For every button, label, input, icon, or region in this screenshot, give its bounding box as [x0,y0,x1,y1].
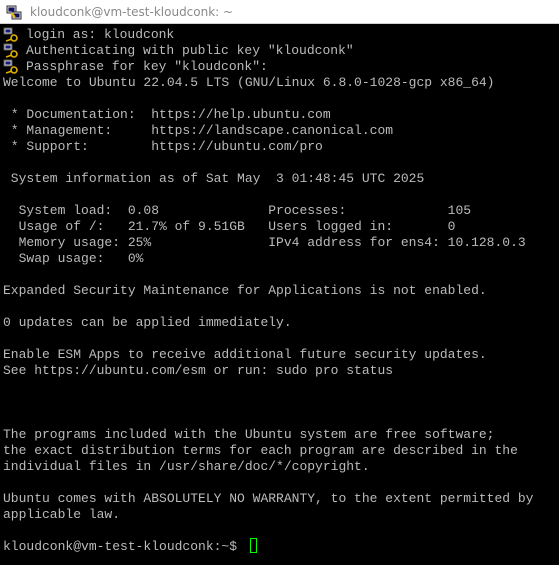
terminal-line: * Management: https://landscape.canonica… [3,123,394,138]
terminal-screen[interactable]: login as: kloudconk Authenticating with … [0,25,559,565]
terminal-line: Ubuntu comes with ABSOLUTELY NO WARRANTY… [3,491,534,506]
terminal-line: Passphrase for key "kloudconk": [26,59,268,74]
terminal-line: * Support: https://ubuntu.com/pro [3,139,323,154]
terminal-line: System load: 0.08 Processes: 105 [3,203,472,218]
terminal-line: Usage of /: 21.7% of 9.51GB Users logged… [3,219,456,234]
putty-terminal-icon [6,5,22,20]
terminal-line: the exact distribution terms for each pr… [3,443,518,458]
window-title: kloudconk@vm-test-kloudconk: ~ [30,5,234,19]
terminal-line: System information as of Sat May 3 01:48… [3,171,425,186]
title-bar[interactable]: kloudconk@vm-test-kloudconk: ~ [0,0,559,24]
terminal-window: kloudconk@vm-test-kloudconk: ~ login as:… [0,0,559,565]
terminal-line: Authenticating with public key "kloudcon… [26,43,354,58]
terminal-line: Welcome to Ubuntu 22.04.5 LTS (GNU/Linux… [3,75,495,90]
terminal-line: Enable ESM Apps to receive additional fu… [3,347,487,362]
terminal-line: Memory usage: 25% IPv4 address for ens4:… [3,235,526,250]
key-icon [3,43,18,58]
terminal-line: Expanded Security Maintenance for Applic… [3,283,487,298]
terminal-line: 0 updates can be applied immediately. [3,315,292,330]
terminal-cursor[interactable] [250,538,257,553]
terminal-line: individual files in /usr/share/doc/*/cop… [3,459,370,474]
key-icon [3,27,18,42]
terminal-line: applicable law. [3,507,121,522]
terminal-line: Swap usage: 0% [3,251,144,266]
key-icon [3,59,18,74]
terminal-line: * Documentation: https://help.ubuntu.com [3,107,331,122]
terminal-line: login as: kloudconk [26,27,175,42]
shell-prompt: kloudconk@vm-test-kloudconk:~$ [3,539,245,554]
terminal-line: See https://ubuntu.com/esm or run: sudo … [3,363,394,378]
terminal-line: The programs included with the Ubuntu sy… [3,427,495,442]
